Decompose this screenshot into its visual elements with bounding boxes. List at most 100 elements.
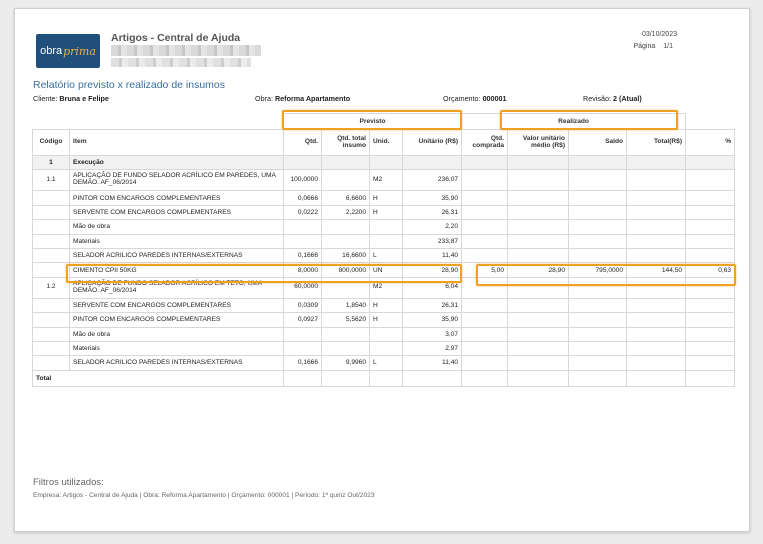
row-unid: M2 [369,169,403,192]
row-qtd-total: 2,2200 [321,204,370,221]
row-item: Materiais [69,340,284,357]
row-qtd-total [321,326,370,342]
row-pct [685,233,736,249]
row-unid [369,233,403,249]
row-qtd: 0,0666 [283,190,322,206]
row-saldo [568,219,628,235]
row-unid: H [369,297,403,314]
col-qtd: Qtd. [283,129,322,156]
col-valor-unitario-medio: Valor unitário médio (R$) [507,129,570,156]
col-unitario: Unitário (R$) [401,129,463,156]
obra-value: Reforma Apartamento [274,94,351,103]
obra-label: Obra: [255,94,273,103]
row-qtd-total: 16,6600 [321,247,370,264]
row-qtd-total [321,340,370,357]
row-code [32,312,70,328]
row-code: 1.2 [32,276,70,299]
orcamento-label: Orçamento: [443,94,481,103]
section-code: 1 [32,154,70,171]
row-qtd-total [321,219,370,235]
total-label: Total [32,369,284,387]
row-pct [685,312,736,328]
section-label: Execução [69,154,284,171]
highlight-previsto [282,110,462,130]
row-pct [685,219,736,235]
row-qtd: 100,0000 [283,169,322,192]
table-row: 1.1 APLICAÇÃO DE FUNDO SELADOR ACRÍLICO E… [32,169,736,192]
highlight-cimento-previsto [66,264,462,283]
row-code [32,190,70,206]
row-unid: H [369,312,403,328]
row-saldo [568,326,628,342]
row-pct [685,247,736,264]
row-total [626,326,687,342]
row-saldo [568,204,628,221]
table-row: PINTOR COM ENCARGOS COMPLEMENTARES 0,0666… [32,190,736,206]
row-unid [369,340,403,357]
col-total: Total(R$) [626,129,687,156]
row-code [32,219,70,235]
row-code [32,247,70,264]
row-item: Mão de obra [69,219,284,235]
row-valor-unitario-medio [507,204,570,221]
meta-revisao: Revisão: 2 (Atual) [583,94,642,103]
cliente-value: Bruna e Felipe [59,94,109,103]
row-total [626,355,687,371]
row-qtd-comprada [461,233,509,249]
row-code [32,297,70,314]
row-saldo [568,169,628,192]
section-row: 1 Execução [32,154,736,171]
table-row: Mão de obra 3,07 [32,326,736,342]
row-total [626,169,687,192]
row-total [626,297,687,314]
logo-text-part1: obra [40,45,63,57]
row-saldo [568,297,628,314]
blurred-company-info-2 [111,58,251,67]
row-total [626,340,687,357]
row-code [32,262,70,278]
row-unid: H [369,204,403,221]
highlight-cimento-realizado [476,264,736,286]
orcamento-value: 000001 [482,94,507,103]
row-total [626,219,687,235]
row-qtd-total: 1,8540 [321,297,370,314]
row-unitario: 11,40 [401,247,463,264]
row-qtd-total: 6,6600 [321,190,370,206]
row-code [32,340,70,357]
filters-title: Filtros utilizados: [33,477,104,488]
row-unitario: 26,31 [401,297,463,314]
row-qtd-comprada [461,190,509,206]
table-row: SERVENTE COM ENCARGOS COMPLEMENTARES 0,03… [32,297,736,314]
row-valor-unitario-medio [507,312,570,328]
row-total [626,204,687,221]
table-row: SELADOR ACRILICO PAREDES INTERNAS/EXTERN… [32,355,736,371]
row-qtd: 0,0927 [283,312,322,328]
row-qtd-comprada [461,340,509,357]
highlight-realizado [500,110,678,130]
row-total [626,312,687,328]
row-unid [369,326,403,342]
obraprima-logo: obra prima [36,34,100,68]
row-pct [685,190,736,206]
row-saldo [568,340,628,357]
row-item: Materiais [69,233,284,249]
row-qtd-total: 9,9960 [321,355,370,371]
row-qtd: 0,0309 [283,297,322,314]
row-total [626,233,687,249]
report-title: Relatório previsto x realizado de insumo… [33,79,226,91]
meta-obra: Obra: Reforma Apartamento [255,94,350,103]
logo-text-part2: prima [63,44,96,58]
row-unid: H [369,190,403,206]
row-unid [369,219,403,235]
table-row: SERVENTE COM ENCARGOS COMPLEMENTARES 0,02… [32,204,736,221]
report-table: Previsto Realizado Código Item Qtd. Qtd.… [32,113,736,387]
page-value: 1/1 [663,43,673,50]
row-valor-unitario-medio [507,355,570,371]
row-pct [685,169,736,192]
revisao-value: 2 (Atual) [612,94,642,103]
row-saldo [568,233,628,249]
row-item: Mão de obra [69,326,284,342]
row-unitario: 3,07 [401,326,463,342]
revisao-label: Revisão: [583,94,611,103]
row-code [32,233,70,249]
